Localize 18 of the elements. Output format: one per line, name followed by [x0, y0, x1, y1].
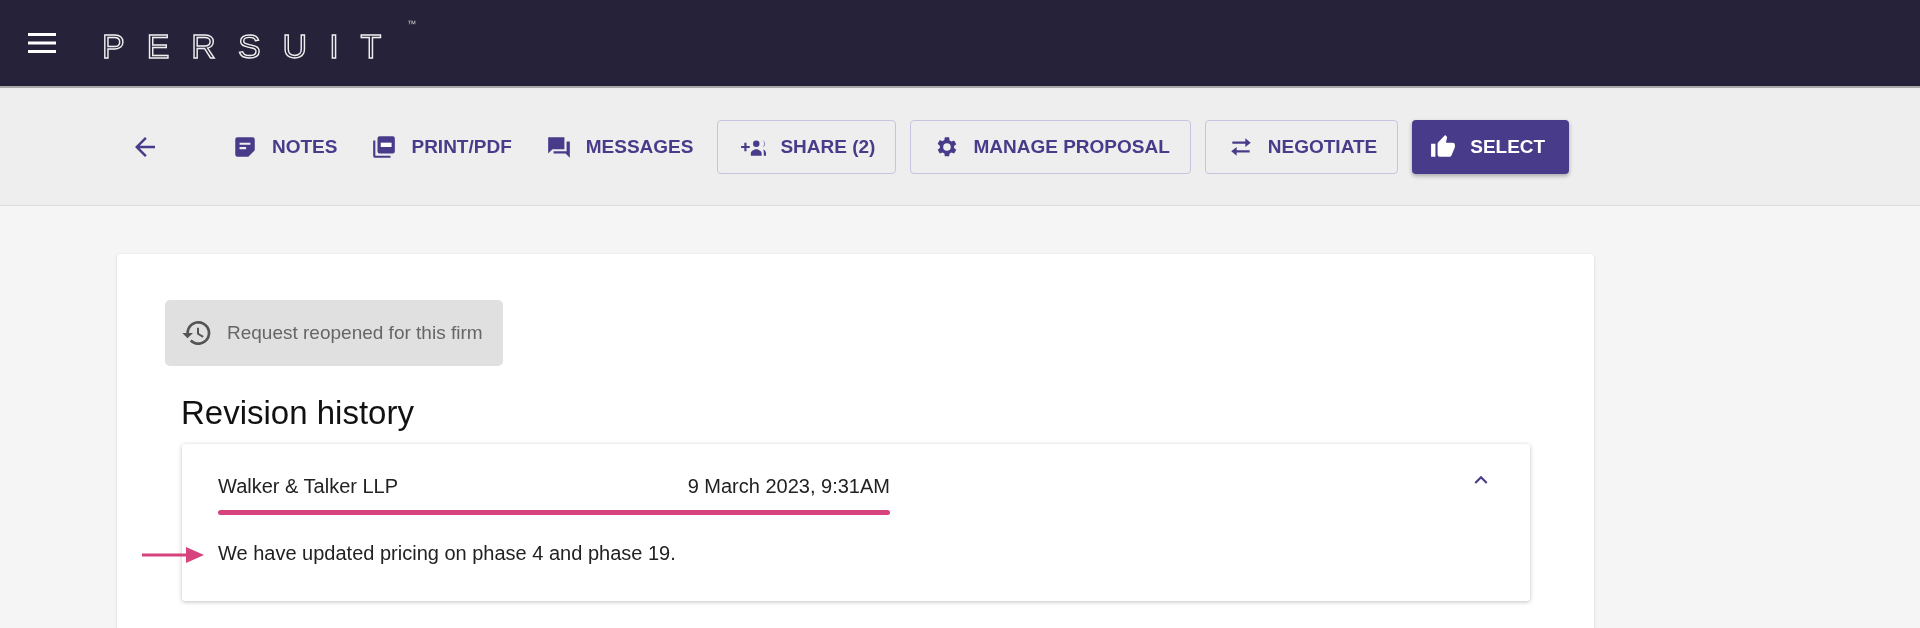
section-title: Revision history [181, 394, 415, 432]
thumbs-up-icon [1430, 133, 1457, 160]
pointer-arrow [142, 546, 206, 564]
revision-date: 9 March 2023, 9:31AM [687, 475, 890, 498]
toolbar-button[interactable]: MANAGE PROPOSAL [910, 119, 1191, 174]
toolbar-button[interactable]: SELECT [1412, 119, 1570, 174]
trademark-mark: ™ [407, 18, 417, 29]
toolbar-button[interactable]: NOTES [222, 119, 348, 174]
brand-logo: PERSUIT [102, 26, 404, 66]
toolbar-button[interactable]: NEGOTIATE [1204, 119, 1399, 174]
revision-message: We have updated pricing on phase 4 and phase 19. [218, 542, 676, 564]
menu-icon[interactable] [28, 32, 56, 54]
chip-label: Request reopened for this firm [227, 322, 483, 344]
firm-name: Walker & Talker LLP [218, 475, 399, 498]
toolbar-button[interactable]: PRINT/PDF [361, 119, 522, 174]
toolbar-button[interactable]: SHARE (2) [717, 119, 897, 174]
pdf-document-icon [371, 133, 398, 160]
toolbar-button[interactable]: MESSAGES [535, 119, 704, 174]
